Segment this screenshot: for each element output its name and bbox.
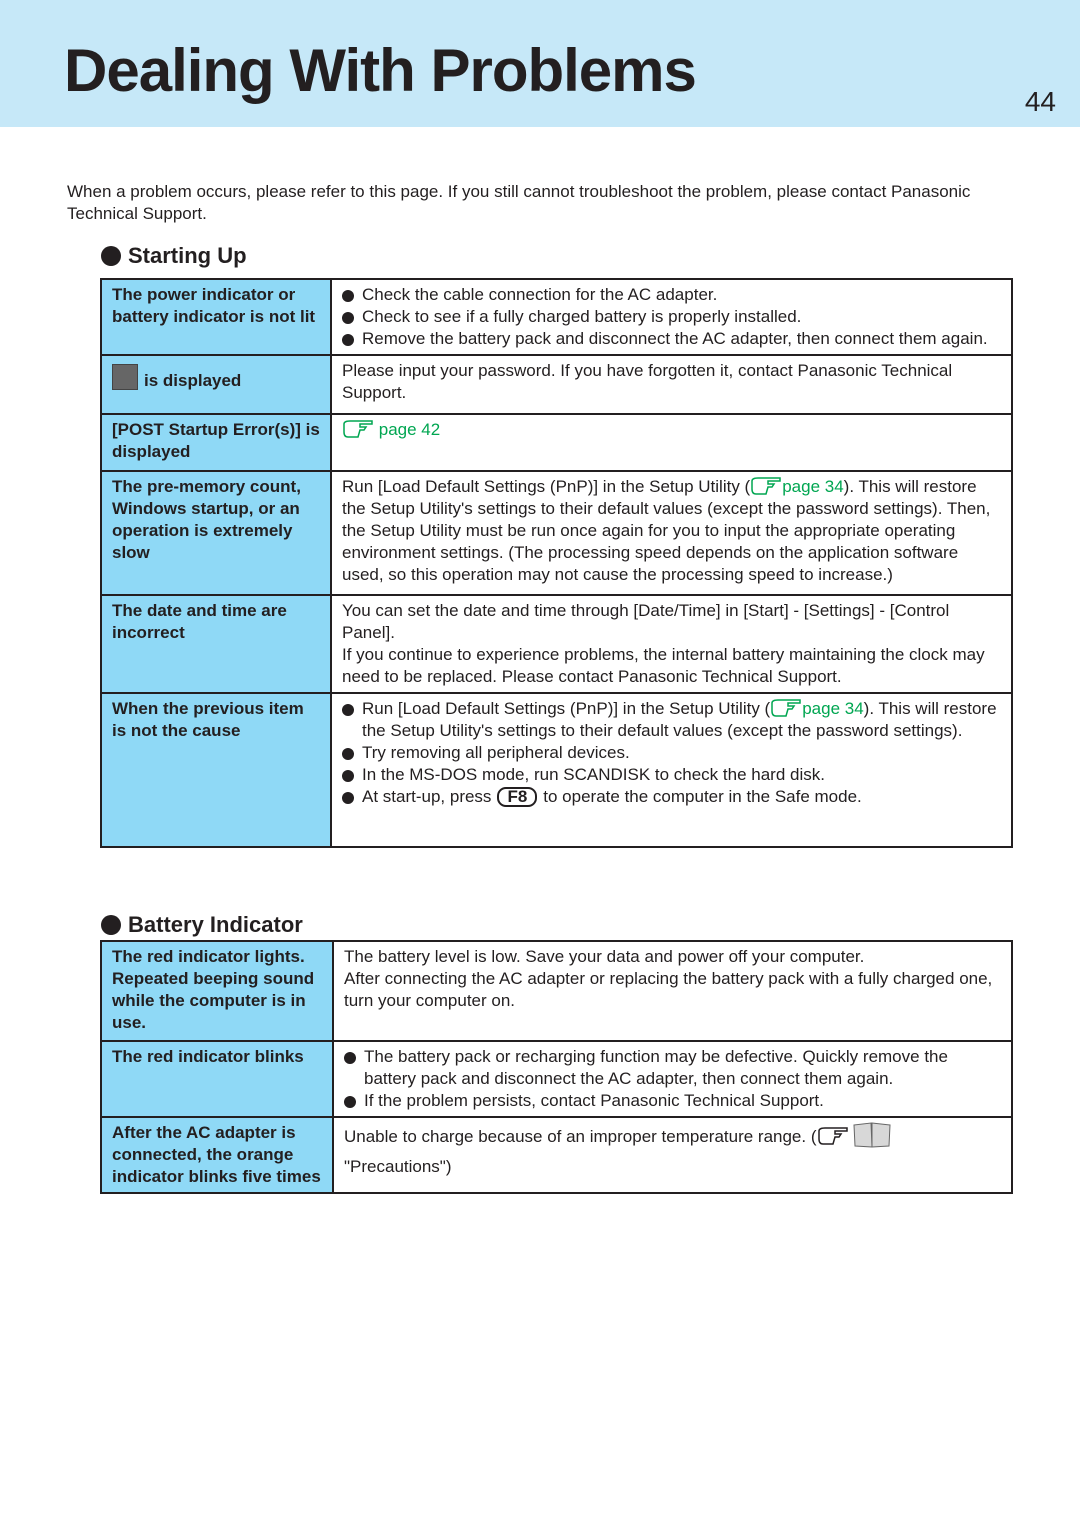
- table-row: After the AC adapter is connected, the o…: [100, 1116, 1013, 1194]
- solution-cell: The battery level is low. Save your data…: [332, 940, 1013, 1042]
- section-title: Battery Indicator: [128, 912, 303, 937]
- solution-text: Run [Load Default Settings (PnP)] in the…: [342, 477, 751, 496]
- pointing-hand-icon: [771, 699, 801, 717]
- section-title: Starting Up: [128, 243, 247, 268]
- page-link[interactable]: page 34: [802, 699, 863, 718]
- bullet-icon: [101, 915, 121, 935]
- section-heading-battery: Battery Indicator: [101, 912, 303, 938]
- solution-cell: The battery pack or recharging function …: [332, 1040, 1013, 1118]
- solution-text: If you continue to experience problems, …: [342, 645, 985, 686]
- pointing-hand-icon: [343, 420, 373, 438]
- list-item: At start-up, press F8 to operate the compu…: [342, 786, 1001, 808]
- list-item: The battery pack or recharging function …: [344, 1046, 1001, 1090]
- list-item: Try removing all peripheral devices.: [342, 742, 1001, 764]
- page-link[interactable]: page 34: [782, 477, 843, 496]
- pointing-hand-icon: [751, 477, 781, 495]
- solution-cell: Check the cable connection for the AC ad…: [330, 278, 1013, 356]
- section-heading-starting-up: Starting Up: [101, 243, 247, 269]
- problem-cell: The power indicator or battery indicator…: [100, 278, 332, 356]
- table-row: The date and time are incorrect You can …: [100, 594, 1013, 694]
- password-key-icon: [112, 364, 138, 390]
- solution-cell: You can set the date and time through [D…: [330, 594, 1013, 694]
- list-item: If the problem persists, contact Panason…: [344, 1090, 1001, 1112]
- problem-text: is displayed: [144, 371, 242, 390]
- problem-cell: The red indicator lights. Repeated beepi…: [100, 940, 334, 1042]
- solution-cell: Unable to charge because of an improper …: [332, 1116, 1013, 1194]
- table-row: The power indicator or battery indicator…: [100, 278, 1013, 356]
- problem-cell: When the previous item is not the cause: [100, 692, 332, 848]
- list-item: Run [Load Default Settings (PnP)] in the…: [342, 698, 1001, 742]
- solution-text: The battery level is low. Save your data…: [344, 947, 865, 966]
- table-row: When the previous item is not the cause …: [100, 692, 1013, 848]
- problem-cell: is displayed: [100, 354, 332, 415]
- page-number: 44: [1024, 86, 1056, 117]
- bullet-icon: [101, 246, 121, 266]
- problem-cell: The date and time are incorrect: [100, 594, 332, 694]
- text: to operate the computer in the Safe mode…: [543, 787, 862, 806]
- solution-text: "Precautions"): [344, 1157, 452, 1176]
- list-item: Check to see if a fully charged battery …: [342, 306, 1001, 328]
- page-link[interactable]: page 42: [379, 420, 440, 439]
- text: At start-up, press: [362, 787, 492, 806]
- f8-key-icon: F8: [497, 787, 538, 807]
- pointing-hand-icon: [817, 1127, 848, 1145]
- problem-cell: [POST Startup Error(s)] is displayed: [100, 413, 332, 472]
- list-item: Remove the battery pack and disconnect t…: [342, 328, 1001, 350]
- problem-cell: After the AC adapter is connected, the o…: [100, 1116, 334, 1194]
- solution-cell: Please input your password. If you have …: [330, 354, 1013, 415]
- list-item: In the MS-DOS mode, run SCANDISK to chec…: [342, 764, 1001, 786]
- table-row: [POST Startup Error(s)] is displayed pag…: [100, 413, 1013, 472]
- solution-cell: Run [Load Default Settings (PnP)] in the…: [330, 470, 1013, 596]
- solution-text: After connecting the AC adapter or repla…: [344, 969, 993, 1010]
- table-row: The red indicator blinks The battery pac…: [100, 1040, 1013, 1118]
- solution-cell: page 42: [330, 413, 1013, 472]
- starting-up-table: The power indicator or battery indicator…: [100, 278, 1013, 848]
- problem-cell: The pre-memory count, Windows startup, o…: [100, 470, 332, 596]
- intro-text: When a problem occurs, please refer to t…: [67, 182, 971, 223]
- problem-cell: The red indicator blinks: [100, 1040, 334, 1118]
- list-item: Check the cable connection for the AC ad…: [342, 284, 1001, 306]
- table-row: The red indicator lights. Repeated beepi…: [100, 940, 1013, 1042]
- table-row: is displayed Please input your password.…: [100, 354, 1013, 415]
- table-row: The pre-memory count, Windows startup, o…: [100, 470, 1013, 596]
- text: Run [Load Default Settings (PnP)] in the…: [362, 699, 771, 718]
- solution-text: You can set the date and time through [D…: [342, 601, 950, 642]
- book-icon: [852, 1122, 891, 1148]
- page-title: Dealing With Problems: [64, 37, 697, 104]
- solution-cell: Run [Load Default Settings (PnP)] in the…: [330, 692, 1013, 848]
- solution-text: Unable to charge because of an improper …: [344, 1127, 817, 1146]
- battery-table: The red indicator lights. Repeated beepi…: [100, 940, 1013, 1194]
